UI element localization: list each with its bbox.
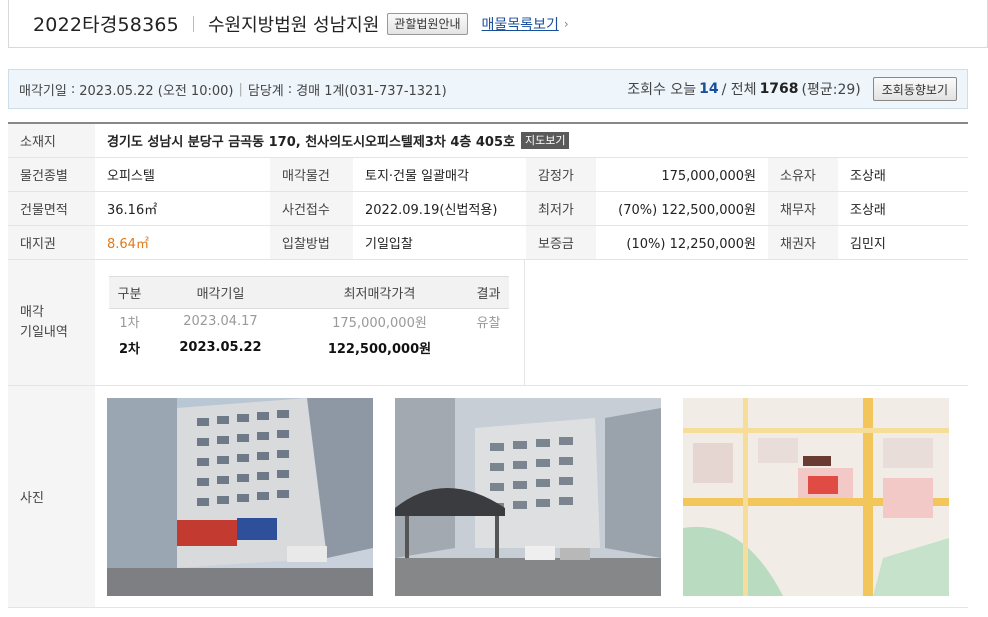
location-row: 소재지 경기도 성남시 분당구 금곡동 170, 천사의도시오피스텔제3차 4층… [8,124,968,158]
detail-row-2: 건물면적 36.16㎡ 사건접수 2022.09.19(신법적용) 최저가 (7… [8,192,968,226]
photos-label: 사진 [8,386,95,607]
sale-object-label: 매각물건 [270,158,353,191]
sale-date-label: 매각기일 [19,83,67,99]
creditor-label: 채권자 [768,226,838,259]
court-info-button[interactable]: 관할법원안내 [387,12,468,35]
listing-list-link[interactable]: 매물목록보기 [482,14,559,34]
views-today: 14 [699,81,719,97]
sale-info-bar: 매각기일 : 2023.05.22 (오전 10:00) | 담당계 : 경매 … [8,69,968,109]
sale-history-cell: 구분 매각기일 최저매각가격 결과 1차 2023.04.17 175,000,… [95,260,525,385]
sale-history-header: 구분 매각기일 최저매각가격 결과 [109,276,509,309]
round: 2차 [118,342,140,357]
result: 유찰 [476,316,501,332]
sale-date: 2023.05.22 (오전 10:00) [79,83,234,99]
land-right-label: 대지권 [8,226,95,259]
dept: 경매 1계(031-737-1321) [296,83,447,99]
views-today-label: 조회수 오늘 [627,82,697,98]
view-trend-button[interactable]: 조회동향보기 [872,77,957,101]
debtor-name: 조상래 [850,203,886,218]
land-right: 8.64㎡ [107,237,149,252]
table-row: 1차 2023.04.17 175,000,000원 유찰 [109,309,509,335]
location-map-image [683,398,949,596]
debtor-label: 채무자 [768,192,838,225]
sale-history-table: 구분 매각기일 최저매각가격 결과 1차 2023.04.17 175,000,… [109,276,509,361]
bid-method-label: 입찰방법 [270,226,353,259]
views-total-label: / 전체 [721,82,757,98]
parking-photo-image [395,398,661,596]
sale-history-label-1: 매각 [20,304,44,320]
sale-history-label: 매각 기일내역 [8,260,95,385]
case-date: 2022.09.19(신법적용) [365,203,498,218]
page-header: 2022타경58365 수원지방법원 성남지원 관할법원안내 매물목록보기 › [8,0,988,48]
building-area: 36.16㎡ [107,203,158,218]
price: 122,500,000원 [327,342,432,357]
date: 2023.05.22 [179,340,262,355]
photo-location-map[interactable] [683,398,949,596]
building-area-label: 건물면적 [8,192,95,225]
photo-building-street[interactable] [107,398,373,596]
owner-name: 조상래 [850,169,886,184]
min-price-label: 최저가 [526,192,596,225]
bid-method: 기일입찰 [365,237,413,252]
date: 2023.04.17 [183,314,258,330]
col-date: 매각기일 [150,276,291,309]
views-average: (평균:29) [801,82,861,98]
colon: : [287,81,293,97]
view-count: 조회수 오늘 14 / 전체 1768 (평균:29) 조회동향보기 [627,77,957,101]
detail-row-1: 물건종별 오피스텔 매각물건 토지·건물 일괄매각 감정가 175,000,00… [8,158,968,192]
sale-history-label-2: 기일내역 [20,324,68,340]
court-name: 수원지방법원 성남지원 [207,14,380,36]
col-result: 결과 [467,276,509,309]
sale-history-row: 매각 기일내역 구분 매각기일 최저매각가격 결과 1차 2023.04.17 … [8,260,968,386]
property-type: 오피스텔 [107,169,155,184]
photo-parking-entrance[interactable] [395,398,661,596]
col-round: 구분 [109,276,150,309]
location-cell: 경기도 성남시 분당구 금곡동 170, 천사의도시오피스텔제3차 4층 405… [95,124,968,157]
type-label: 물건종별 [8,158,95,191]
photo-gallery [95,386,968,607]
building-photo-image [107,398,373,596]
detail-row-3: 대지권 8.64㎡ 입찰방법 기일입찰 보증금 (10%) 12,250,000… [8,226,968,260]
col-min-price: 최저매각가격 [290,276,468,309]
info-divider: | [238,81,243,97]
case-number: 2022타경58365 [33,14,179,36]
property-detail-table: 소재지 경기도 성남시 분당구 금곡동 170, 천사의도시오피스텔제3차 4층… [8,122,968,608]
price: 175,000,000원 [332,316,427,332]
location-address: 경기도 성남시 분당구 금곡동 170, 천사의도시오피스텔제3차 4층 405… [107,135,515,150]
sale-object: 토지·건물 일괄매각 [365,169,469,184]
deposit-label: 보증금 [526,226,596,259]
deposit: (10%) 12,250,000원 [626,237,756,252]
round: 1차 [119,316,140,332]
min-price: (70%) 122,500,000원 [618,203,756,218]
owner-label: 소유자 [768,158,838,191]
views-total: 1768 [759,81,799,97]
appraisal-price: 175,000,000원 [661,169,756,184]
location-label: 소재지 [8,124,95,157]
result [468,335,509,361]
header-divider [192,15,194,32]
dept-label: 담당계 [247,83,284,99]
appraisal-label: 감정가 [526,158,596,191]
photos-row: 사진 [8,386,968,608]
table-row: 2차 2023.05.22 122,500,000원 [109,335,509,361]
chevron-right-icon: › [563,16,569,31]
colon: : [70,81,76,97]
map-view-button[interactable]: 지도보기 [520,132,570,149]
case-date-label: 사건접수 [270,192,353,225]
creditor-name: 김민지 [850,237,886,252]
